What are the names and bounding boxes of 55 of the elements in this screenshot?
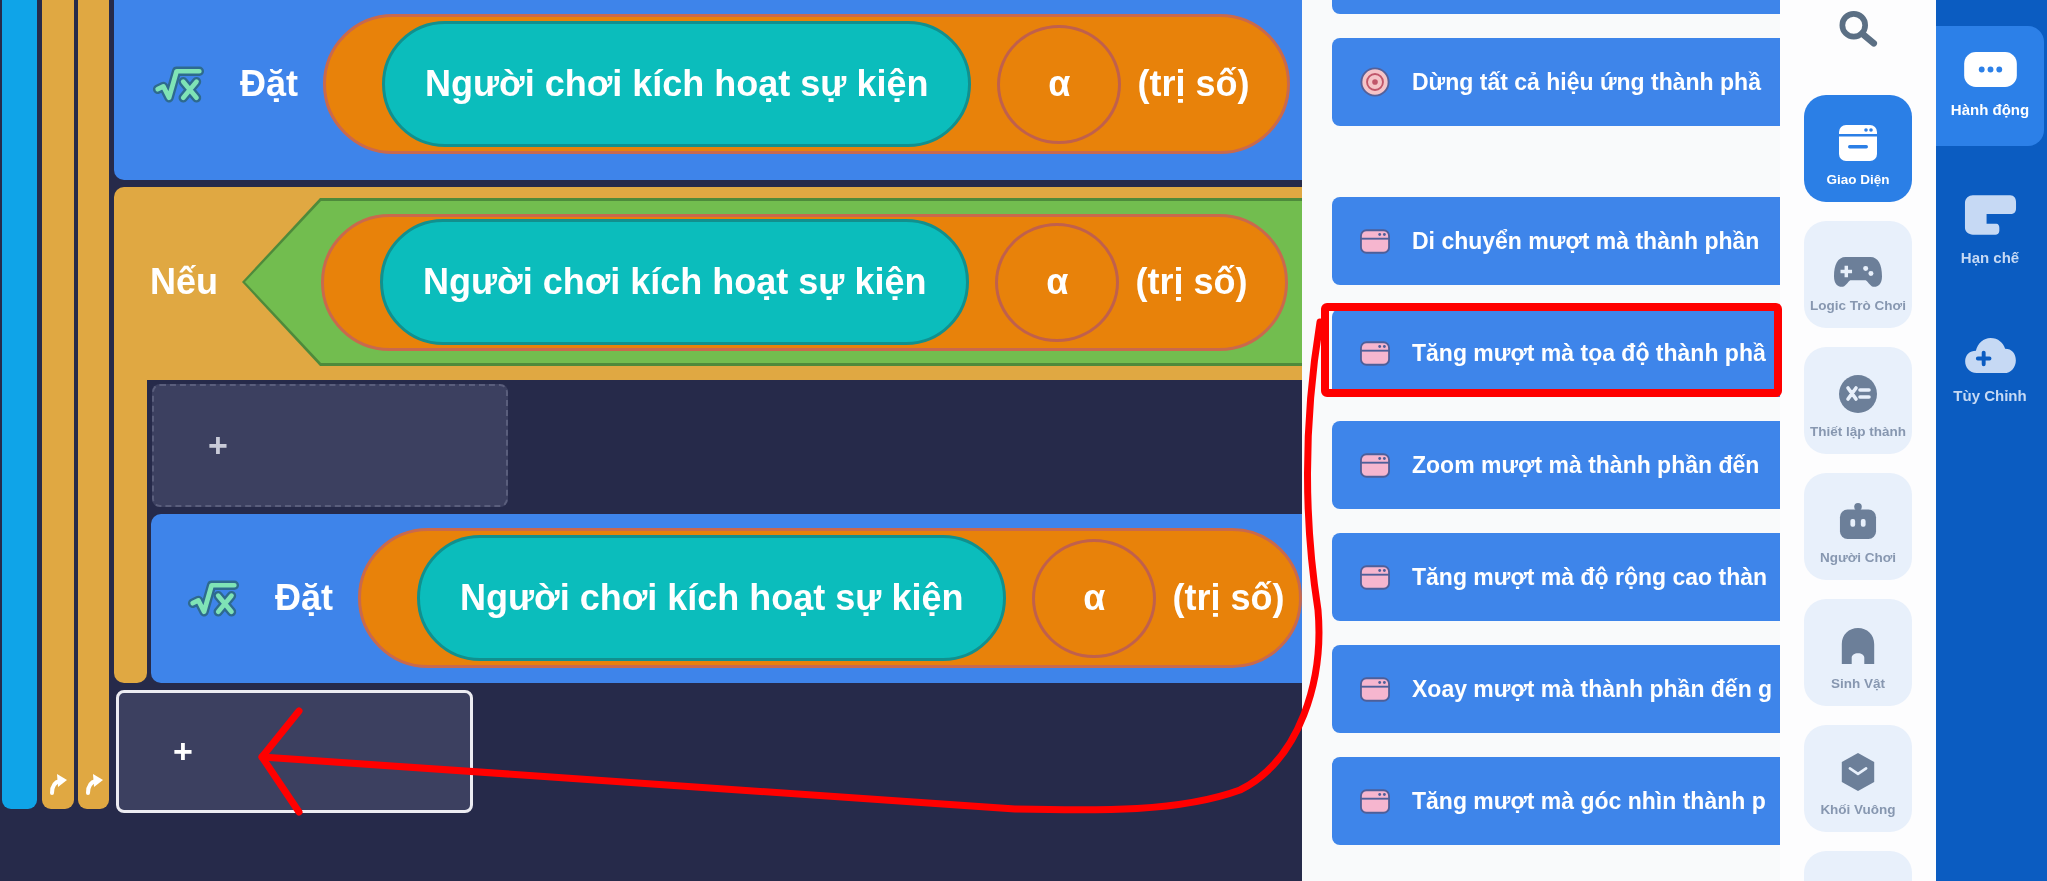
block-card[interactable]: Tăng mượt mà độ rộng cao thàn (1332, 533, 1780, 621)
add-block-slot[interactable]: + (152, 384, 508, 507)
event-block[interactable]: Người chơi kích hoạt sự kiện (417, 535, 1007, 661)
block-card[interactable]: Di chuyển mượt mà thành phần (1332, 197, 1780, 285)
block-card[interactable] (1332, 0, 1780, 14)
param-slot[interactable]: α (997, 24, 1122, 144)
category-tile[interactable]: Thiết lập thành (1804, 347, 1912, 454)
value-pill[interactable]: Người chơi kích hoạt sự kiện α (trị số) (358, 528, 1302, 668)
curved-arrow-icon (83, 771, 104, 795)
formula-icon (1838, 374, 1878, 414)
window-icon (1360, 676, 1390, 702)
hexagon-icon (1840, 752, 1876, 792)
set-block[interactable]: Đặt Người chơi kích hoạt sự kiện α (trị số) (151, 514, 1302, 683)
value-type-label: (trị số) (1137, 63, 1250, 105)
window-icon (1360, 340, 1390, 366)
block-icon (1962, 193, 2018, 237)
block-card[interactable]: Xoay mượt mà thành phần đến g (1332, 645, 1780, 733)
value-pill[interactable]: Người chơi kích hoạt sự kiện α (trị số) (321, 213, 1289, 351)
robot-icon (1839, 502, 1877, 540)
set-block[interactable]: Đặt Người chơi kích hoạt sự kiện α (trị số) (114, 0, 1302, 180)
window-icon (1360, 788, 1390, 814)
side-tab[interactable]: Hạn chế (1936, 169, 2044, 289)
block-card[interactable]: Dừng tất cả hiệu ứng thành phầ (1332, 38, 1780, 126)
window-icon (1360, 228, 1390, 254)
side-tab[interactable]: Tùy Chỉnh (1936, 312, 2044, 432)
block-card[interactable]: Tăng mượt mà góc nhìn thành p (1332, 757, 1780, 845)
block-keyword: Đặt (275, 577, 333, 619)
add-block-slot[interactable]: + (116, 690, 473, 813)
window-icon (1360, 564, 1390, 590)
category-tile[interactable]: Người Chơi (1804, 473, 1912, 580)
gamepad-icon (1834, 255, 1882, 288)
param-slot[interactable]: α (995, 222, 1120, 342)
if-block-header[interactable]: Nếu Người chơi kích hoạt sự kiện α (trị số) (114, 187, 1302, 380)
arch-icon (1840, 626, 1876, 666)
category-tile[interactable]: Khối Vuông (1804, 725, 1912, 832)
param-slot[interactable]: α (1032, 538, 1157, 658)
window-icon (1838, 124, 1878, 162)
curved-arrow-icon (48, 771, 68, 795)
block-card[interactable]: Zoom mượt mà thành phần đến (1332, 421, 1780, 509)
block-keyword: Đặt (240, 63, 298, 105)
category-tile[interactable]: Giao Diện (1804, 95, 1912, 202)
target-icon (1360, 67, 1390, 97)
value-pill[interactable]: Người chơi kích hoạt sự kiện α (trị số) (323, 14, 1291, 154)
chat-bubble-icon (1962, 50, 2018, 89)
event-block[interactable]: Người chơi kích hoạt sự kiện (382, 21, 972, 147)
value-type-label: (trị số) (1135, 261, 1248, 303)
cloud-plus-icon (1962, 336, 2018, 375)
category-tile[interactable]: Logic Trò Chơi (1804, 221, 1912, 328)
side-tab[interactable]: Hành động (1936, 26, 2044, 146)
category-tile[interactable]: Sinh Vật (1804, 599, 1912, 706)
condition-block[interactable]: Người chơi kích hoạt sự kiện α (trị số) (242, 198, 1302, 366)
event-block[interactable]: Người chơi kích hoạt sự kiện (380, 219, 970, 345)
block-keyword: Nếu (150, 261, 218, 303)
value-type-label: (trị số) (1172, 577, 1285, 619)
window-icon (1360, 452, 1390, 478)
